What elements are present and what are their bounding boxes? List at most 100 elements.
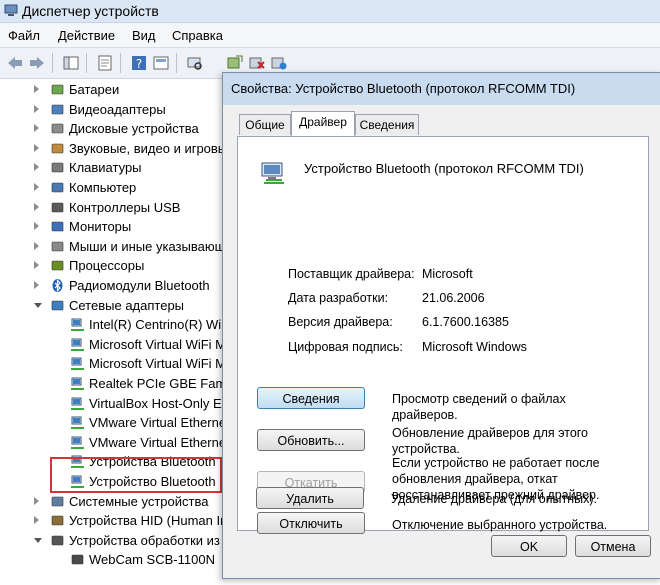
toolbar-separator [120,53,121,73]
device-manager-icon [4,4,18,16]
menu-action[interactable]: Действие [58,28,115,43]
expand-arrow-icon[interactable] [34,241,39,250]
tree-item-label: Звуковые, видео и игровые [69,140,222,156]
disable-device-icon[interactable] [270,54,288,72]
driver-details-button[interactable]: Сведения [257,387,365,409]
usb-icon [51,202,64,212]
uninstall-driver-button[interactable]: Удалить [256,487,364,509]
tab-general[interactable]: Общие [239,114,291,135]
network-card-icon [71,416,84,430]
expand-arrow-icon[interactable] [34,496,39,505]
tree-item[interactable]: Устройства HID (Human In [0,511,222,530]
mouse-icon [51,241,64,252]
expand-arrow-icon[interactable] [34,124,39,133]
system-device-icon [51,496,64,506]
properties-icon[interactable] [96,54,114,72]
cancel-button[interactable]: Отмена [575,535,651,557]
expand-arrow-icon[interactable] [34,202,39,211]
tree-item[interactable]: Процессоры [0,256,222,275]
device-manager-window: Диспетчер устройств Файл Действие Вид Сп… [0,0,660,585]
menu-help[interactable]: Справка [172,28,223,43]
battery-icon [51,84,64,95]
tree-item-label: Мониторы [69,219,132,235]
update-driver-desc: Обновление драйверов для этого устройств… [392,426,589,456]
disable-device-button[interactable]: Отключить [257,512,365,534]
tree-item-label: Intel(R) Centrino(R) Wi [89,317,222,333]
tree-item[interactable]: Мыши и иные указывающие [0,237,222,256]
expand-arrow-icon[interactable] [34,183,39,191]
tree-item-label: Процессоры [69,258,145,274]
view-icon[interactable] [152,54,170,72]
expand-arrow-icon[interactable] [34,281,39,289]
ok-button[interactable]: OK [491,535,567,557]
expand-arrow-icon[interactable] [34,85,39,93]
expand-arrow-icon[interactable] [34,143,39,152]
driver-date-value: 21.06.2006 [422,291,485,305]
tree-item[interactable]: Microsoft Virtual WiFi M [0,354,222,373]
update-driver-icon[interactable] [226,54,244,72]
tree-item[interactable]: VMware Virtual Etherne [0,433,222,452]
digital-signer-value: Microsoft Windows [422,340,527,354]
tree-item-label: Видеоадаптеры [69,101,166,117]
network-card-icon [71,377,84,390]
update-driver-button[interactable]: Обновить... [257,429,365,451]
tree-item[interactable]: Контроллеры USB [0,198,222,217]
driver-version-value: 6.1.7600.16385 [422,315,509,329]
menu-view[interactable]: Вид [132,28,156,43]
monitor-icon [51,221,64,232]
tree-item[interactable]: VirtualBox Host-Only E [0,394,222,413]
expand-arrow-icon[interactable] [34,104,39,113]
collapse-arrow-icon[interactable] [34,302,42,308]
back-arrow-icon[interactable] [6,54,24,72]
tree-item[interactable]: Батареи [0,80,222,99]
tree-item-label: VMware Virtual Etherne [89,434,222,450]
help-icon[interactable]: ? [130,54,148,72]
expand-arrow-icon[interactable] [34,516,39,525]
driver-provider-label: Поставщик драйвера: [288,267,415,281]
collapse-arrow-icon[interactable] [34,537,42,543]
dialog-title: Свойства: Устройство Bluetooth (протокол… [231,81,576,96]
tree-item-label: Microsoft Virtual WiFi M [89,336,222,352]
tree-item[interactable]: WebCam SCB-1100N [0,550,222,569]
tree-item[interactable]: Видеоадаптеры [0,100,222,119]
driver-provider-value: Microsoft [422,267,473,281]
menu-file[interactable]: Файл [8,28,40,43]
tree-item-label: Контроллеры USB [69,199,181,215]
tab-driver[interactable]: Драйвер [291,111,355,136]
tree-item[interactable]: Realtek PCIe GBE Famil [0,374,222,393]
tree-item[interactable]: Intel(R) Centrino(R) Wi [0,315,222,334]
uninstall-driver-desc: Удаление драйвера (для опытных). [391,492,597,506]
tree-item[interactable]: Сетевые адаптеры [0,296,222,315]
tree-item[interactable]: Мониторы [0,217,222,236]
network-adapter-icon [51,300,64,310]
device-name: Устройство Bluetooth (протокол RFCOMM TD… [304,161,584,176]
webcam-icon [71,555,84,565]
forward-arrow-icon[interactable] [28,54,46,72]
uninstall-icon[interactable] [248,54,266,72]
tree-item[interactable]: Звуковые, видео и игровые [0,139,222,158]
highlight-box [50,457,222,493]
tree-item[interactable]: Дисковые устройства [0,119,222,138]
tree-item[interactable]: Системные устройства [0,492,222,511]
expand-arrow-icon[interactable] [34,261,39,270]
tree-item[interactable]: Компьютер [0,178,222,197]
tree-item[interactable]: Microsoft Virtual WiFi M [0,335,222,354]
computer-icon [51,182,64,193]
tree-item[interactable]: Устройства обработки из [0,531,222,550]
tree-item-label: Компьютер [69,180,137,195]
tree-item[interactable]: VMware Virtual Etherne [0,413,222,432]
tree-item-label: Сетевые адаптеры [69,297,185,313]
console-tree-icon[interactable] [62,54,80,72]
scan-hardware-icon[interactable] [186,54,204,72]
title-bar[interactable]: Диспетчер устройств [0,0,660,23]
expand-arrow-icon[interactable] [34,163,39,172]
toolbar-separator [86,53,87,73]
tree-item[interactable]: Радиомодули Bluetooth [0,276,222,295]
expand-arrow-icon[interactable] [34,222,39,231]
tab-details[interactable]: Сведения [355,114,419,135]
network-card-icon [71,436,84,449]
tree-item[interactable]: Клавиатуры [0,158,222,177]
network-card-icon [71,318,84,332]
dialog-title-bar[interactable]: Свойства: Устройство Bluetooth (протокол… [223,73,660,105]
device-tree[interactable]: Батареи Видеоадаптеры Дисковые устройства З… [0,80,222,585]
